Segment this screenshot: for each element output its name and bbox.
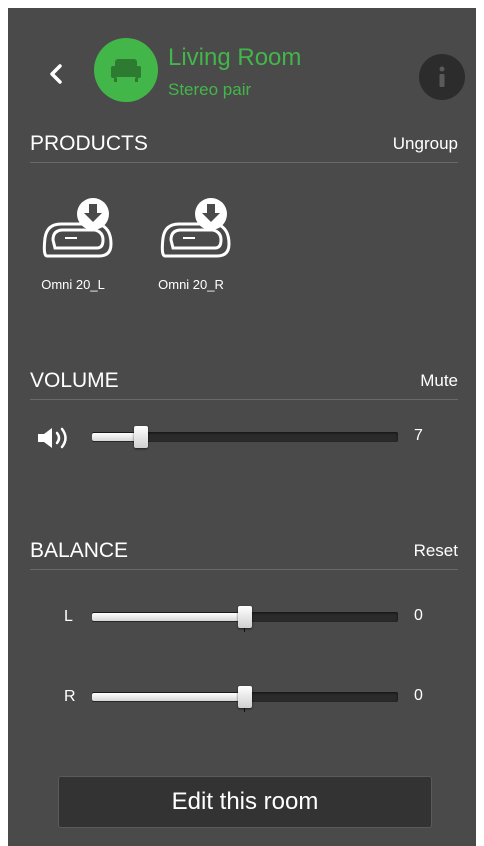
balance-left-slider[interactable] — [92, 606, 398, 632]
room-avatar — [94, 38, 158, 102]
ungroup-button[interactable]: Ungroup — [393, 134, 458, 154]
balance-right-thumb[interactable] — [238, 686, 252, 708]
volume-slider[interactable] — [92, 426, 398, 448]
info-button[interactable] — [419, 54, 465, 100]
room-name: Living Room — [168, 44, 302, 71]
speaker-download-icon — [160, 198, 231, 258]
balance-left-fill — [92, 613, 245, 621]
product-name: Omni 20_L — [41, 277, 105, 292]
balance-right-fill — [92, 693, 245, 701]
balance-divider — [30, 569, 458, 570]
speaker-volume-icon[interactable] — [36, 426, 70, 450]
balance-left-thumb[interactable] — [238, 606, 252, 628]
balance-right-slider[interactable] — [92, 686, 398, 712]
volume-title: VOLUME — [30, 369, 119, 392]
volume-divider — [30, 399, 458, 400]
product-omni-20-r[interactable]: Omni 20_R — [146, 194, 236, 292]
room-subtitle: Stereo pair — [168, 80, 252, 99]
mute-button[interactable]: Mute — [420, 371, 458, 391]
back-button[interactable] — [44, 58, 68, 90]
reset-button[interactable]: Reset — [414, 541, 458, 561]
balance-left-label: L — [64, 608, 73, 625]
chevron-left-icon — [50, 64, 62, 84]
edit-room-button[interactable]: Edit this room — [58, 776, 432, 828]
balance-right-label: R — [64, 688, 76, 705]
app-screen: Living Room Stereo pair PRODUCTS Ungroup… — [8, 8, 476, 846]
speaker-download-icon — [42, 198, 113, 258]
volume-slider-thumb[interactable] — [134, 426, 148, 448]
balance-right-value: 0 — [414, 687, 423, 704]
products-divider — [30, 162, 458, 163]
balance-title: BALANCE — [30, 539, 129, 562]
balance-left-value: 0 — [414, 607, 423, 624]
info-icon — [439, 66, 445, 87]
volume-value: 7 — [414, 427, 423, 444]
products-title: PRODUCTS — [30, 132, 148, 155]
product-name: Omni 20_R — [158, 277, 224, 292]
sofa-icon — [111, 59, 141, 82]
product-omni-20-l[interactable]: Omni 20_L — [28, 194, 118, 292]
